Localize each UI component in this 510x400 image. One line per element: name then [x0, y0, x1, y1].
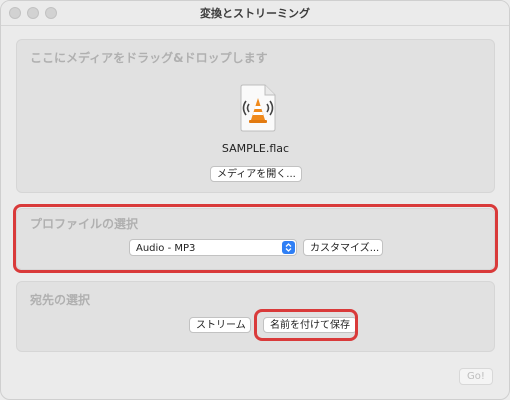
convert-stream-window: 変換とストリーミング ここにメディアをドラッグ&ドロップします SAMPLE.f… [0, 0, 510, 400]
destination-panel-heading: 宛先の選択 [30, 293, 91, 307]
window-title: 変換とストリーミング [200, 7, 310, 20]
title-bar: 変換とストリーミング [1, 1, 509, 26]
media-panel-heading: ここにメディアをドラッグ&ドロップします [30, 51, 268, 65]
media-file-name: SAMPLE.flac [221, 142, 290, 155]
profile-highlight-box [13, 204, 498, 273]
open-media-button[interactable]: メディアを開く... [210, 166, 302, 182]
save-as-highlight-box [254, 309, 358, 341]
vlc-flac-file-icon [240, 84, 276, 132]
go-button[interactable]: Go! [459, 368, 493, 385]
media-drop-panel[interactable]: ここにメディアをドラッグ&ドロップします SAMPLE.flac メディアを開く… [16, 39, 495, 193]
stream-button[interactable]: ストリーム [189, 317, 251, 333]
